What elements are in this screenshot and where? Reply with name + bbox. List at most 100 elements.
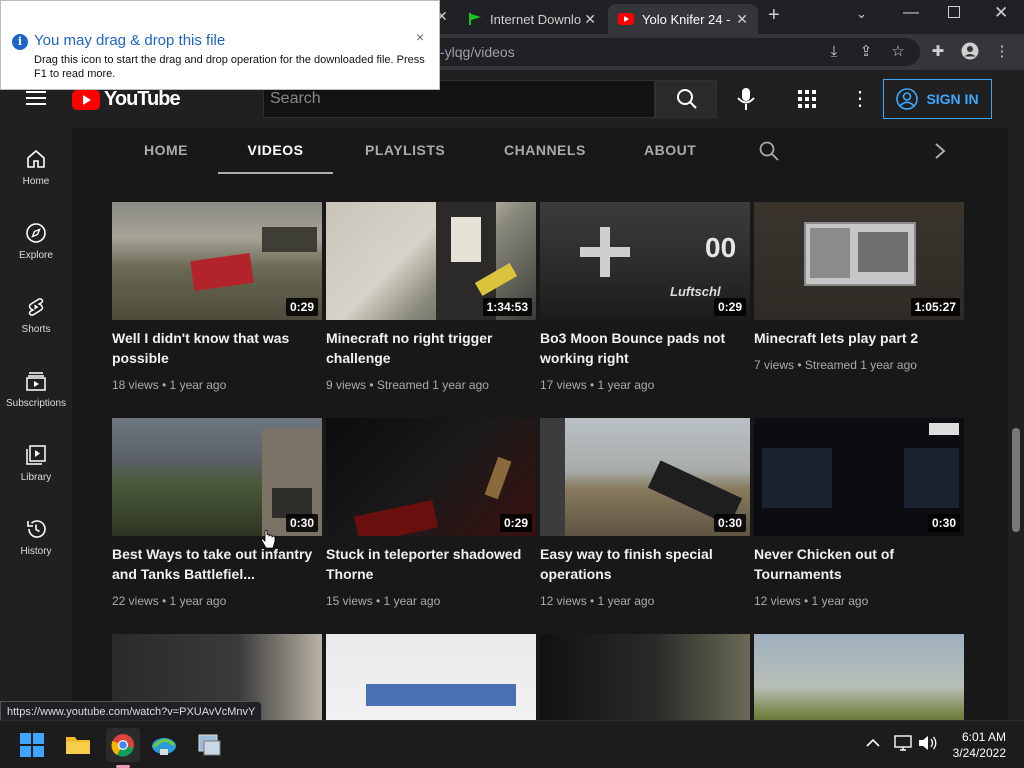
video-title[interactable]: Never Chicken out of Tournaments <box>754 544 964 584</box>
system-clock[interactable]: 6:01 AM 3/24/2022 <box>953 729 1006 761</box>
sign-in-button[interactable]: SIGN IN <box>883 79 992 119</box>
compass-icon <box>26 223 46 243</box>
video-duration: 1:05:27 <box>910 298 960 316</box>
window-close-button[interactable]: ✕ <box>994 3 1008 23</box>
idm-icon[interactable] <box>150 731 178 759</box>
flag-icon <box>468 12 482 26</box>
tab-internet-download[interactable]: Internet Downlo ✕ <box>458 4 606 34</box>
tray-chevron-up-icon[interactable] <box>866 735 880 753</box>
tab-channels[interactable]: CHANNELS <box>504 128 586 174</box>
video-duration: 0:30 <box>927 514 960 532</box>
video-title[interactable]: Stuck in teleporter shadowed Thorne <box>326 544 536 584</box>
share-icon[interactable]: ⇪ <box>856 42 876 62</box>
popup-title: You may drag & drop this file <box>34 32 226 49</box>
windows-taskbar: 6:01 AM 3/24/2022 <box>0 720 1024 768</box>
youtube-logo[interactable]: YouTube <box>72 88 181 111</box>
video-title[interactable]: Well I didn't know that was possible <box>112 328 322 368</box>
video-title[interactable]: Minecraft no right trigger challenge <box>326 328 536 368</box>
sidebar-item-label: Subscriptions <box>5 398 67 409</box>
page-scrollbar[interactable] <box>1008 128 1024 720</box>
video-thumbnail[interactable]: 1:05:27 <box>754 202 964 320</box>
sidebar-item-library[interactable]: Library <box>0 424 72 498</box>
video-title[interactable]: Best Ways to take out infantry and Tanks… <box>112 544 322 584</box>
sidebar: Home Explore Shorts Subscriptions Librar… <box>0 128 72 720</box>
info-icon: i <box>12 34 28 50</box>
file-explorer-icon[interactable] <box>64 731 92 759</box>
tab-label: Yolo Knifer 24 - <box>642 11 731 27</box>
popup-body: Drag this icon to start the drag and dro… <box>34 54 425 80</box>
home-icon <box>27 149 45 168</box>
video-thumbnail[interactable]: 00 Luftschl 0:29 <box>540 202 750 320</box>
video-duration: 1:34:53 <box>482 298 532 316</box>
video-duration: 0:29 <box>713 298 746 316</box>
drag-drop-popup: i You may drag & drop this file Drag thi… <box>0 0 440 90</box>
sidebar-item-explore[interactable]: Explore <box>0 202 72 276</box>
video-thumbnail[interactable]: 0:29 <box>326 418 536 536</box>
video-thumbnail[interactable]: 0:30 <box>540 418 750 536</box>
address-text: -ylqg/videos <box>440 44 515 60</box>
settings-menu-icon[interactable]: ⋮ <box>850 86 870 111</box>
tab-search-chevron-icon[interactable]: ⌄ <box>856 6 867 22</box>
video-thumbnail[interactable]: 0:30 <box>754 418 964 536</box>
subscriptions-icon <box>26 372 46 391</box>
download-icon[interactable]: ⤓ <box>824 42 844 62</box>
sidebar-item-label: Library <box>20 472 52 483</box>
video-meta: 22 views • 1 year ago <box>112 594 227 608</box>
minimize-button[interactable]: — <box>903 4 919 22</box>
sign-in-label: SIGN IN <box>926 91 979 107</box>
app-icon[interactable] <box>196 731 224 759</box>
video-title[interactable]: Bo3 Moon Bounce pads not working right <box>540 328 750 368</box>
video-thumbnail[interactable]: 1:34:53 <box>326 202 536 320</box>
history-icon <box>27 520 46 538</box>
tab-about[interactable]: ABOUT <box>644 128 696 174</box>
microphone-icon[interactable] <box>737 88 755 115</box>
extensions-icon[interactable]: ✚ <box>928 42 948 62</box>
popup-close-button[interactable]: × <box>416 29 424 45</box>
chevron-right-icon[interactable] <box>934 142 946 165</box>
video-thumbnail[interactable] <box>326 634 536 720</box>
restore-button[interactable] <box>948 6 960 18</box>
scrollbar-thumb[interactable] <box>1012 428 1020 532</box>
sidebar-item-label: Explore <box>19 250 53 261</box>
sidebar-item-home[interactable]: Home <box>0 128 72 202</box>
clock-date: 3/24/2022 <box>952 746 1006 760</box>
video-thumbnail[interactable]: 0:29 <box>112 202 322 320</box>
chrome-icon[interactable] <box>106 728 140 762</box>
video-thumbnail[interactable] <box>540 634 750 720</box>
sidebar-item-shorts[interactable]: Shorts <box>0 276 72 350</box>
tab-videos[interactable]: VIDEOS <box>218 128 333 174</box>
close-icon[interactable]: ✕ <box>736 11 748 28</box>
channel-tabs: HOME VIDEOS PLAYLISTS CHANNELS ABOUT <box>72 128 1008 174</box>
video-meta: 9 views • Streamed 1 year ago <box>326 378 489 392</box>
logo-text: YouTube <box>104 88 181 110</box>
hamburger-menu-icon[interactable] <box>26 90 46 111</box>
tab-home[interactable]: HOME <box>144 128 188 174</box>
sidebar-item-history[interactable]: History <box>0 498 72 572</box>
sidebar-item-label: Shorts <box>21 324 51 335</box>
hand-cursor-icon <box>260 530 276 555</box>
tab-playlists[interactable]: PLAYLISTS <box>365 128 445 174</box>
profile-icon[interactable] <box>960 42 980 62</box>
sidebar-item-subscriptions[interactable]: Subscriptions <box>0 350 72 424</box>
bookmark-star-icon[interactable]: ☆ <box>888 42 908 62</box>
video-title[interactable]: Minecraft lets play part 2 <box>754 328 964 348</box>
browser-menu-icon[interactable]: ⋮ <box>992 42 1012 62</box>
library-icon <box>26 445 46 465</box>
volume-icon[interactable] <box>918 735 938 756</box>
search-button[interactable] <box>655 80 717 118</box>
windows-start-icon[interactable] <box>20 733 44 757</box>
video-thumbnail[interactable] <box>754 634 964 720</box>
tab-youtube[interactable]: Yolo Knifer 24 - ✕ <box>608 4 758 34</box>
video-thumbnail[interactable]: 0:30 <box>112 418 322 536</box>
youtube-favicon-icon <box>618 13 634 25</box>
channel-search-icon[interactable] <box>759 141 779 166</box>
new-tab-button[interactable]: + <box>768 4 780 27</box>
network-icon[interactable] <box>894 735 912 756</box>
apps-grid-icon[interactable] <box>798 90 816 113</box>
video-duration: 0:29 <box>285 298 318 316</box>
video-grid: 0:29 Well I didn't know that was possibl… <box>72 174 1008 720</box>
video-meta: 12 views • 1 year ago <box>540 594 655 608</box>
video-title[interactable]: Easy way to finish special operations <box>540 544 750 584</box>
close-icon[interactable]: ✕ <box>584 11 596 28</box>
account-icon <box>896 88 919 110</box>
